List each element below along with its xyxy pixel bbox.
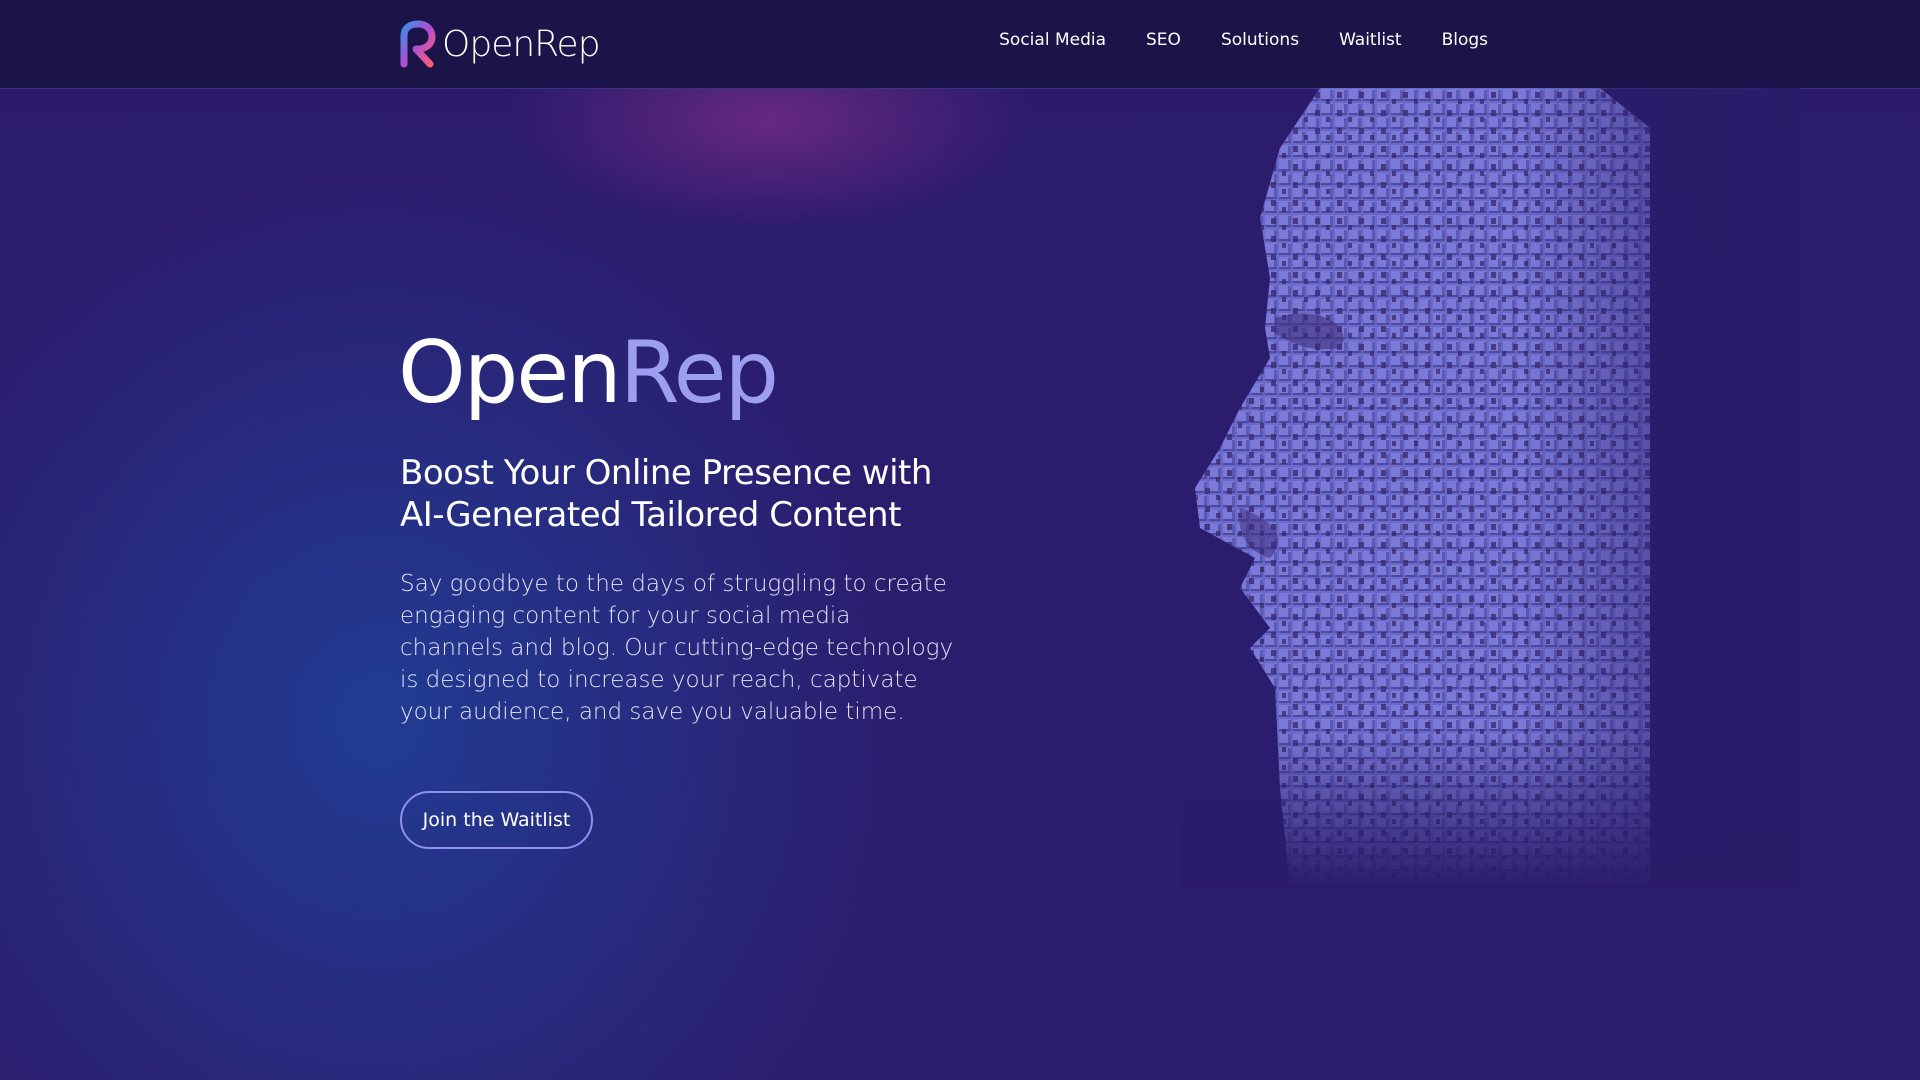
voxel-face-illustration xyxy=(1180,88,1800,888)
nav-item-solutions[interactable]: Solutions xyxy=(1221,30,1299,50)
logo-r-icon xyxy=(400,20,436,68)
hero-title-primary: Open xyxy=(398,323,622,423)
nav-item-waitlist[interactable]: Waitlist xyxy=(1339,30,1402,50)
logo[interactable]: OpenRep xyxy=(398,20,601,68)
hero-title: OpenRep xyxy=(398,330,779,416)
nav-item-blogs[interactable]: Blogs xyxy=(1442,30,1488,50)
hero-description: Say goodbye to the days of struggling to… xyxy=(400,571,954,725)
nav-item-seo[interactable]: SEO xyxy=(1146,30,1181,50)
navbar: OpenRep Social Media SEO Solutions Waitl… xyxy=(0,0,1920,89)
join-waitlist-button[interactable]: Join the Waitlist xyxy=(400,791,593,849)
main-nav: Social Media SEO Solutions Waitlist Blog… xyxy=(999,30,1488,50)
logo-text: OpenRep xyxy=(442,23,601,65)
hero-subtitle: Boost Your Online Presence with AI-Gener… xyxy=(400,453,932,535)
nav-item-social-media[interactable]: Social Media xyxy=(999,30,1106,50)
hero-title-accent: Rep xyxy=(619,323,779,423)
